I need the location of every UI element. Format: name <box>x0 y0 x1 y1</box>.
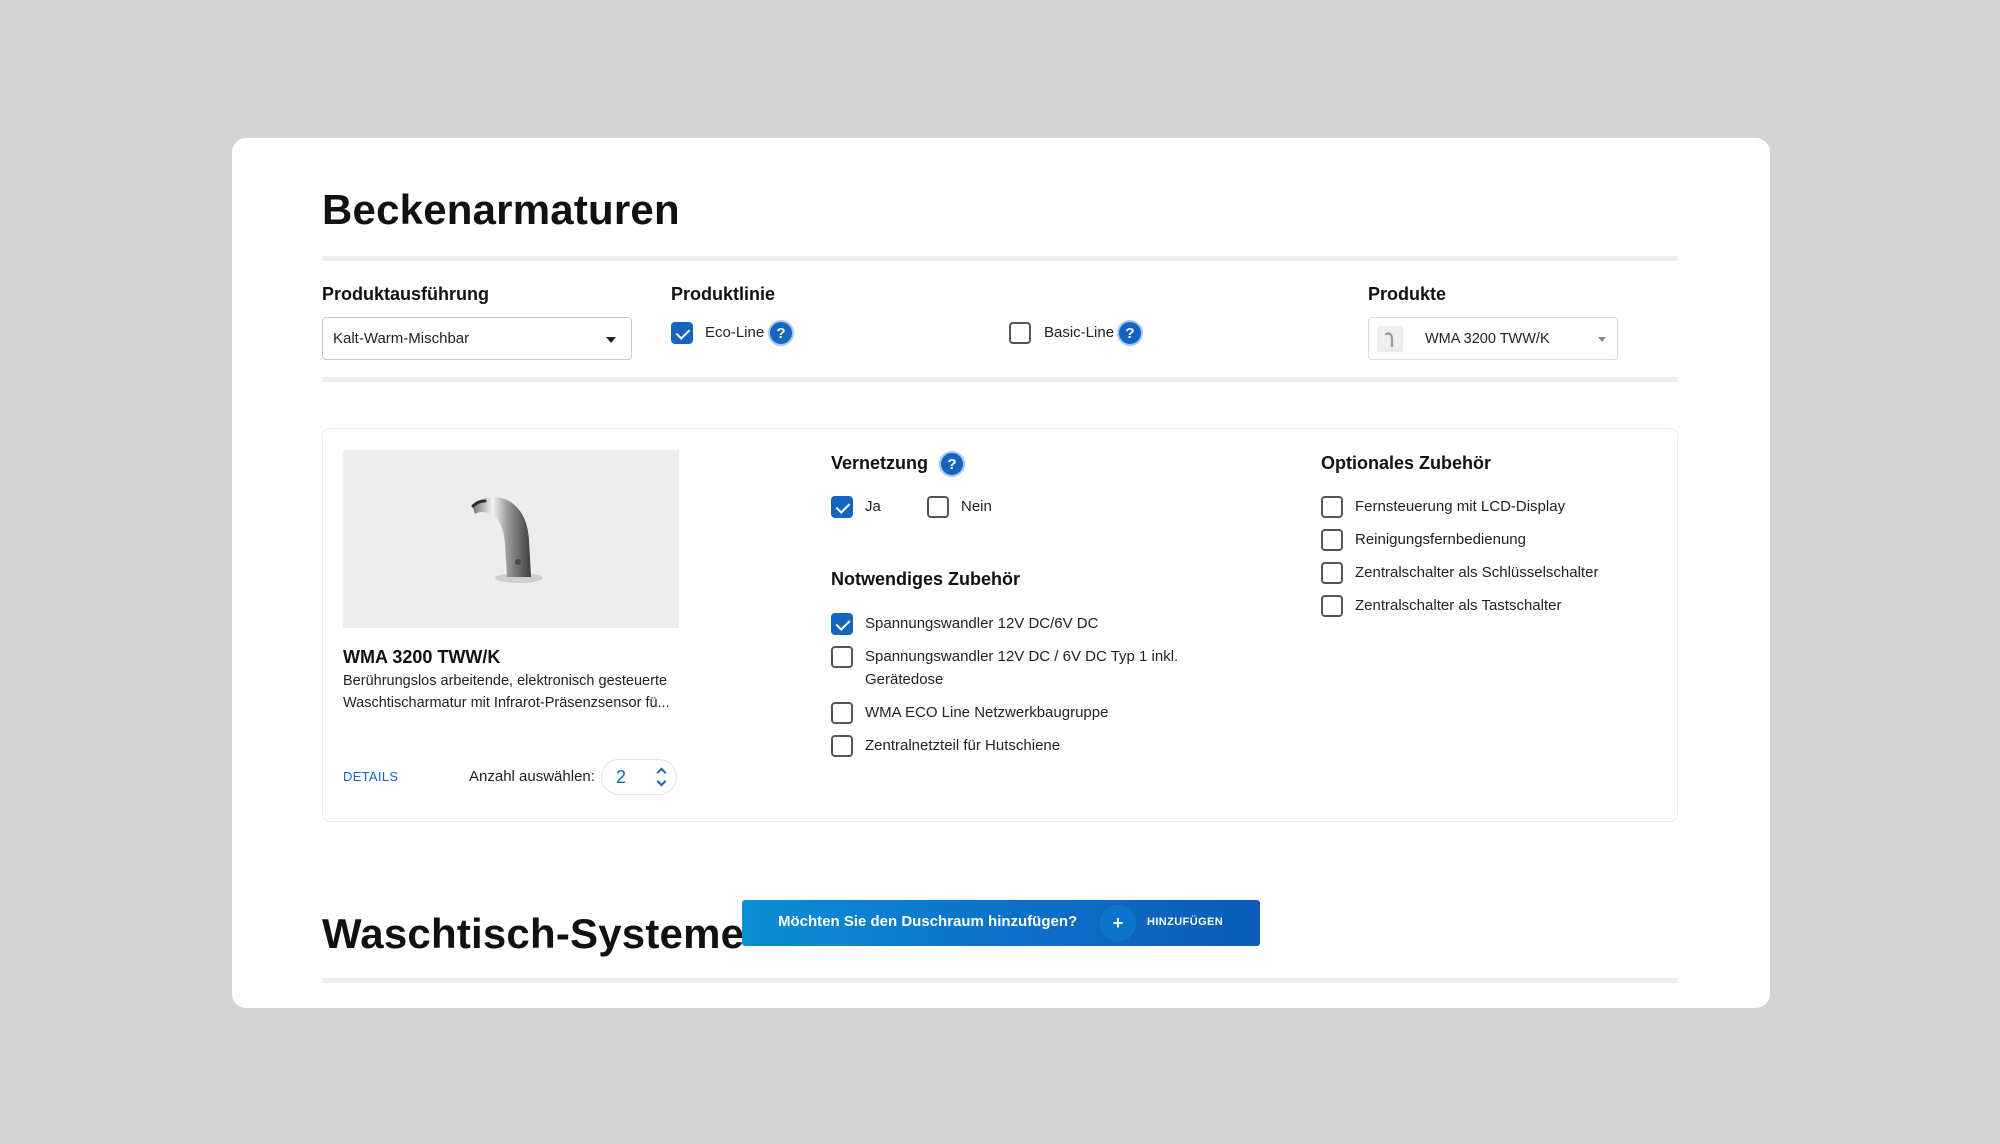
section-divider <box>322 256 1678 261</box>
produktausfuehrung-label: Produktausführung <box>322 284 489 304</box>
quantity-stepper[interactable]: 2 <box>601 759 677 795</box>
vernetzung-ja-checkbox[interactable] <box>831 496 853 518</box>
banner-text: Möchten Sie den Duschraum hinzufügen? <box>778 913 1078 930</box>
produktausfuehrung-value: Kalt-Warm-Mischbar <box>333 330 470 347</box>
vernetzung-ja-label: Ja <box>865 498 881 515</box>
caret-down-icon <box>1598 337 1606 342</box>
faucet-image-icon <box>471 496 543 583</box>
notwendig-label-1: Spannungswandler 12V DC/6V DC <box>865 615 1099 632</box>
notwendig-label-2: Spannungswandler 12V DC / 6V DC Typ 1 in… <box>865 648 1179 665</box>
notwendig-checkbox-2[interactable] <box>831 646 853 668</box>
optional-checkbox-2[interactable] <box>1321 529 1343 551</box>
notwendig-label-3: WMA ECO Line Netzwerkbaugruppe <box>865 704 1109 721</box>
plus-icon[interactable]: + <box>1101 906 1135 940</box>
vernetzung-title: Vernetzung <box>831 453 929 473</box>
produkte-value: WMA 3200 TWW/K <box>1425 331 1550 347</box>
basic-line-label: Basic-Line <box>1044 324 1115 341</box>
vernetzung-help-icon[interactable]: ? <box>939 451 965 477</box>
produkte-select[interactable]: WMA 3200 TWW/K <box>1368 317 1618 360</box>
produkte-label: Produkte <box>1368 284 1447 304</box>
produktausfuehrung-select[interactable]: Kalt-Warm-Mischbar <box>322 317 632 360</box>
product-image <box>343 450 679 628</box>
optional-label-3: Zentralschalter als Schlüsselschalter <box>1355 564 1599 581</box>
optional-label-2: Reinigungsfernbedienung <box>1355 531 1526 548</box>
notwendig-checkbox-1[interactable] <box>831 613 853 635</box>
product-description: Berührungslos arbeitende, elektronisch g… <box>343 673 670 711</box>
notwendig-label-4: Zentralnetzteil für Hutschiene <box>865 737 1061 754</box>
eco-line-checkbox[interactable] <box>671 322 693 344</box>
details-link[interactable]: DETAILS <box>343 769 398 784</box>
section-divider <box>322 377 1678 382</box>
faucet-thumbnail-icon <box>1384 332 1394 348</box>
basic-line-help-icon[interactable]: ? <box>1117 320 1143 346</box>
hinzufuegen-button[interactable]: HINZUFÜGEN <box>1147 916 1223 928</box>
produktlinie-label: Produktlinie <box>671 284 776 304</box>
optional-label-4: Zentralschalter als Tastschalter <box>1355 597 1562 614</box>
optional-checkbox-1[interactable] <box>1321 496 1343 518</box>
chevron-down-icon[interactable] <box>656 776 667 787</box>
eco-line-label: Eco-Line <box>705 324 765 341</box>
optionales-zubehoer-title: Optionales Zubehör <box>1321 453 1492 473</box>
optional-checkbox-4[interactable] <box>1321 595 1343 617</box>
notwendig-checkbox-4[interactable] <box>831 735 853 757</box>
product-panel: WMA 3200 TWW/K Berührungslos arbeitende,… <box>322 428 1678 822</box>
eco-line-help-icon[interactable]: ? <box>768 320 794 346</box>
configurator-card: Beckenarmaturen Produktausführung Kalt-W… <box>232 138 1770 1008</box>
add-duschraum-banner: Möchten Sie den Duschraum hinzufügen? + … <box>742 900 1260 946</box>
section-divider <box>322 978 1678 983</box>
optional-checkbox-3[interactable] <box>1321 562 1343 584</box>
product-name: WMA 3200 TWW/K <box>343 647 501 667</box>
caret-down-icon <box>606 337 616 343</box>
section-title-waschtisch-systeme: Waschtisch-Systeme <box>322 910 745 957</box>
notwendig-label-2-line2: Gerätedose <box>865 671 944 688</box>
optional-label-1: Fernsteuerung mit LCD-Display <box>1355 498 1566 515</box>
vernetzung-nein-label: Nein <box>961 498 992 515</box>
quantity-value: 2 <box>616 767 627 787</box>
vernetzung-nein-checkbox[interactable] <box>927 496 949 518</box>
notwendiges-zubehoer-title: Notwendiges Zubehör <box>831 569 1020 589</box>
section-title-beckenarmaturen: Beckenarmaturen <box>322 186 680 233</box>
notwendig-checkbox-3[interactable] <box>831 702 853 724</box>
basic-line-checkbox[interactable] <box>1009 322 1031 344</box>
product-thumbnail <box>1377 326 1403 352</box>
quantity-label: Anzahl auswählen: <box>469 768 595 785</box>
